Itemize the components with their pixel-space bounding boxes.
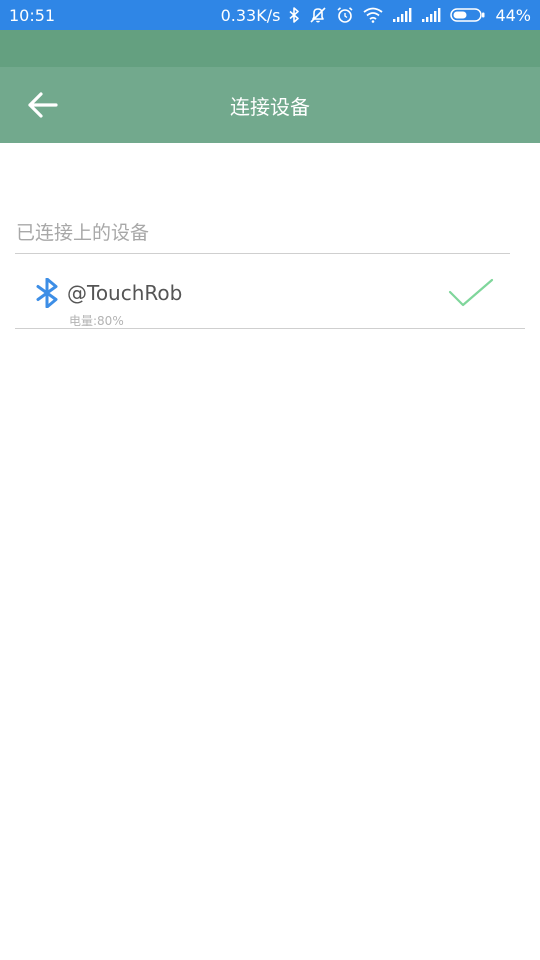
back-button[interactable] (20, 83, 64, 127)
bluetooth-icon (36, 278, 58, 308)
status-right: 0.33K/s 44% (221, 6, 531, 25)
arrow-left-icon (28, 92, 58, 118)
device-list-item[interactable]: @TouchRob 电量:80% (15, 254, 525, 328)
signal-icon (392, 8, 412, 22)
signal-icon (421, 8, 441, 22)
toolbar: 连接设备 (0, 67, 540, 143)
battery-icon (450, 7, 486, 23)
battery-percent: 44% (495, 5, 531, 25)
divider (15, 328, 525, 329)
status-bar: 10:51 0.33K/s 44% (0, 0, 540, 30)
bluetooth-icon (289, 7, 300, 23)
network-speed: 0.33K/s (220, 5, 281, 25)
device-battery: 电量:80% (69, 314, 124, 328)
status-time: 10:51 (9, 5, 56, 25)
alarm-icon (336, 6, 354, 24)
mute-icon (309, 6, 327, 24)
wifi-icon (363, 7, 383, 23)
screen: 10:51 0.33K/s 44% 连接设备 已连接上的设备 @TouchRob… (0, 0, 540, 960)
device-name: @TouchRob (67, 281, 183, 305)
check-icon (448, 278, 494, 307)
section-title: 已连接上的设备 (16, 222, 150, 244)
page-title: 连接设备 (230, 94, 310, 119)
toolbar-top-strip (0, 30, 540, 67)
